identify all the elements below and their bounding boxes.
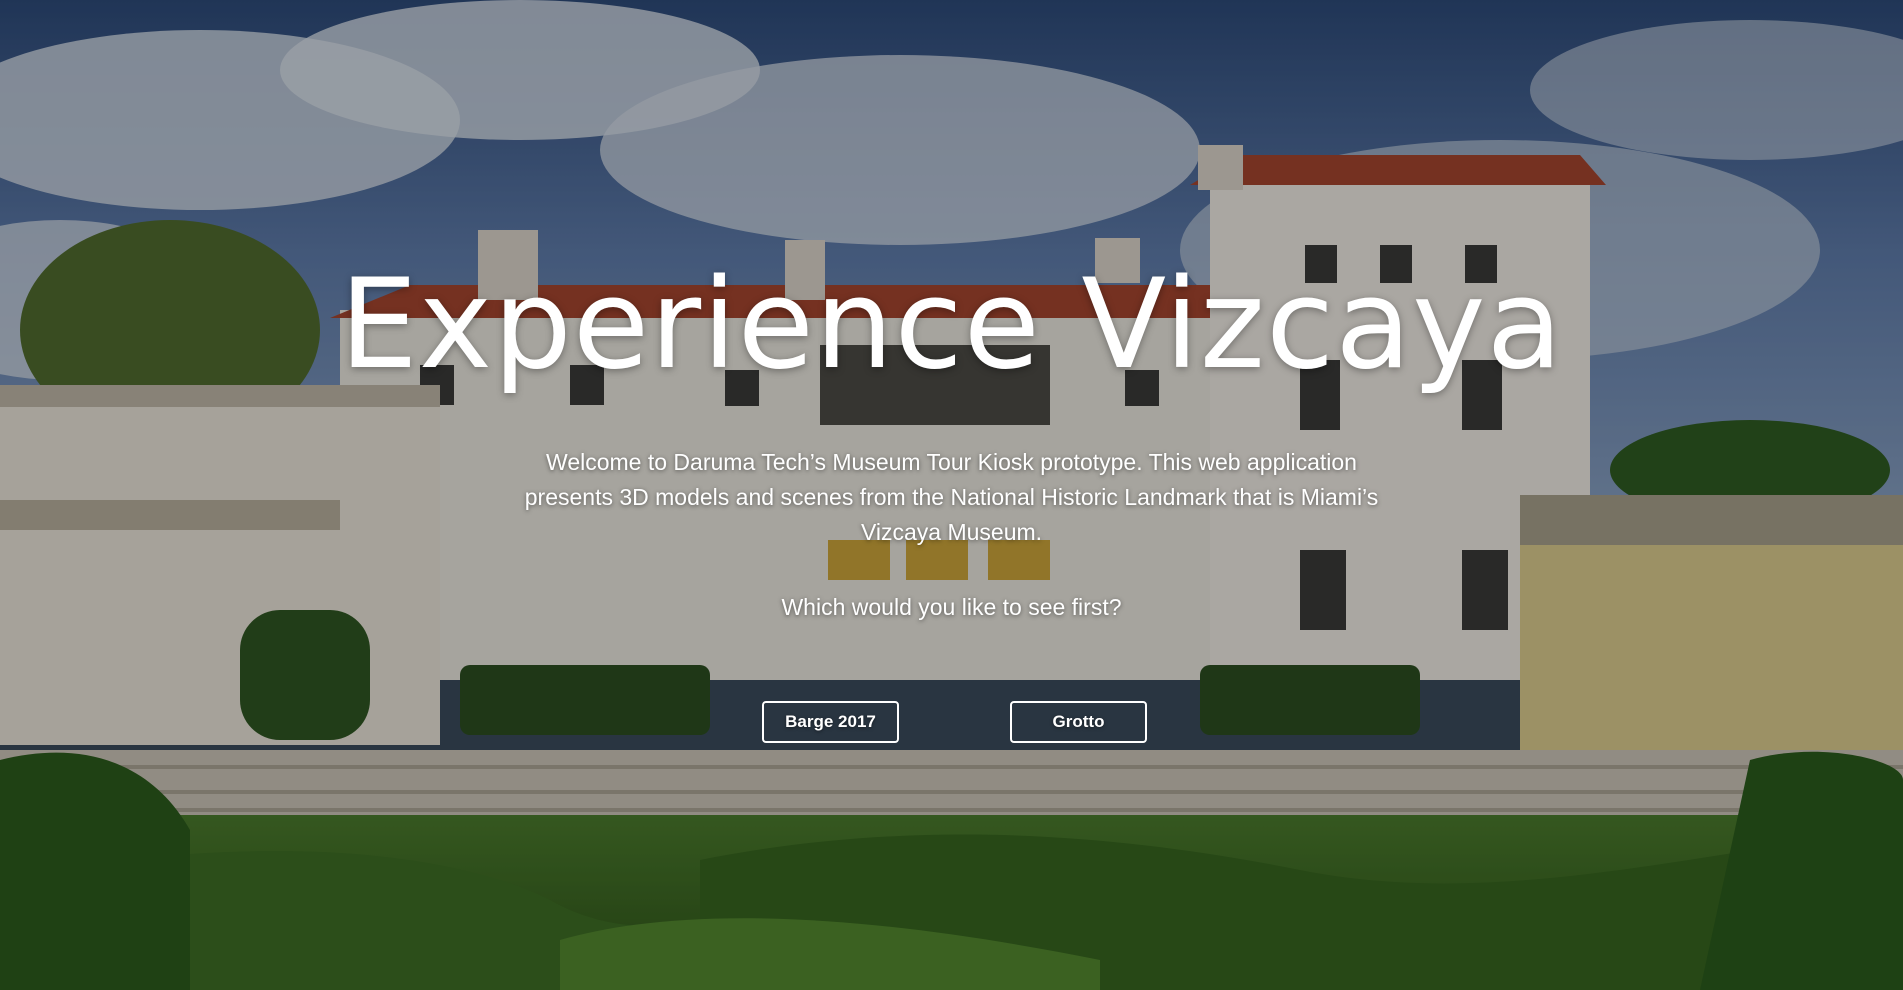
intro-text: Welcome to Daruma Tech’s Museum Tour Kio… bbox=[524, 449, 1379, 545]
barge-2017-button[interactable]: Barge 2017 bbox=[762, 701, 899, 743]
page-title: Experience Vizcaya bbox=[339, 253, 1564, 397]
hero-content: Experience Vizcaya Welcome to Daruma Tec… bbox=[0, 0, 1903, 990]
hero-section: Experience Vizcaya Welcome to Daruma Tec… bbox=[0, 0, 1903, 990]
grotto-button[interactable]: Grotto bbox=[1010, 701, 1147, 743]
question-text: Which would you like to see first? bbox=[781, 594, 1122, 620]
